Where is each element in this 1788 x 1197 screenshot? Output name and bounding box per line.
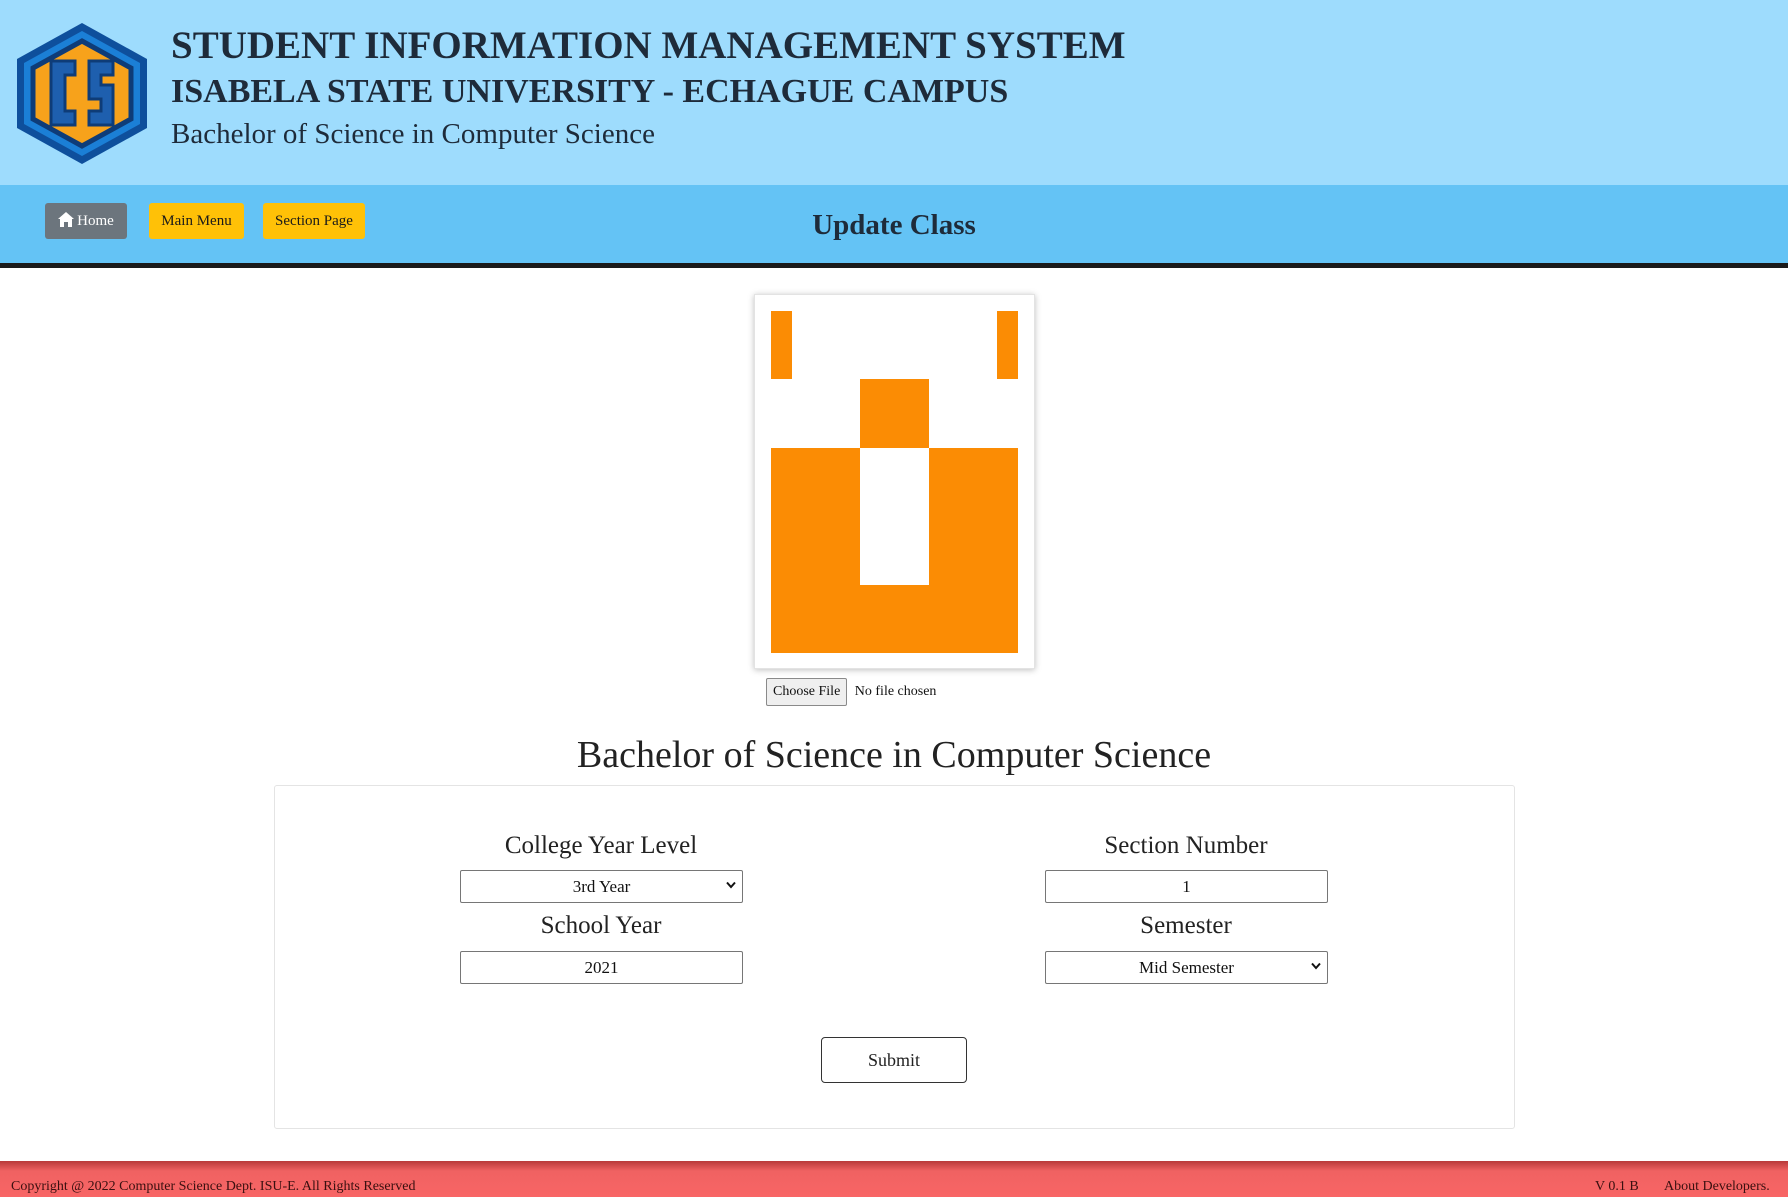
version-text: V 0.1 B [1595,1179,1639,1194]
copyright-text: Copyright @ 2022 Computer Science Dept. … [11,1179,416,1194]
section-number-value: 1 [1182,877,1191,896]
placeholder-image [771,311,1018,653]
class-image-preview [754,294,1035,669]
update-class-form: College Year Level 3rd Year Section Numb… [274,785,1515,1129]
program-heading: Bachelor of Science in Computer Science [576,734,1212,776]
header-banner: CS STUDENT INFORMATION MANAGEMENT SYSTEM… [0,0,1788,185]
school-year-value: 2021 [584,958,619,977]
chevron-down-icon [1311,962,1321,970]
header-titles: STUDENT INFORMATION MANAGEMENT SYSTEM IS… [171,22,1126,154]
file-input[interactable]: Choose File No file chosen [766,678,936,707]
choose-file-button[interactable]: Choose File [766,678,848,706]
semester-value: Mid Semester [1139,958,1234,977]
semester-label: Semester [1140,912,1232,939]
school-year-input[interactable]: 2021 [460,951,743,984]
cs-department-logo: CS [17,23,147,164]
system-title: STUDENT INFORMATION MANAGEMENT SYSTEM [171,24,1126,67]
year-level-select[interactable]: 3rd Year [460,870,743,903]
page-title: Update Class [812,209,976,241]
year-level-label: College Year Level [504,832,698,859]
footer: Copyright @ 2022 Computer Science Dept. … [0,1161,1788,1197]
semester-select[interactable]: Mid Semester [1045,951,1328,984]
program-subtitle: Bachelor of Science in Computer Science [171,118,655,150]
year-level-value: 3rd Year [572,877,631,896]
school-year-label: School Year [540,912,662,939]
section-number-input[interactable]: 1 [1045,870,1328,903]
chevron-down-icon [726,881,736,889]
navbar: Home Main Menu Section Page Update Class [0,185,1788,268]
section-number-label: Section Number [1104,832,1268,859]
university-title: ISABELA STATE UNIVERSITY - ECHAGUE CAMPU… [171,73,1009,110]
submit-button[interactable]: Submit [821,1037,967,1083]
file-status-text: No file chosen [854,684,937,699]
about-developers-link[interactable]: About Developers. [1664,1179,1770,1195]
